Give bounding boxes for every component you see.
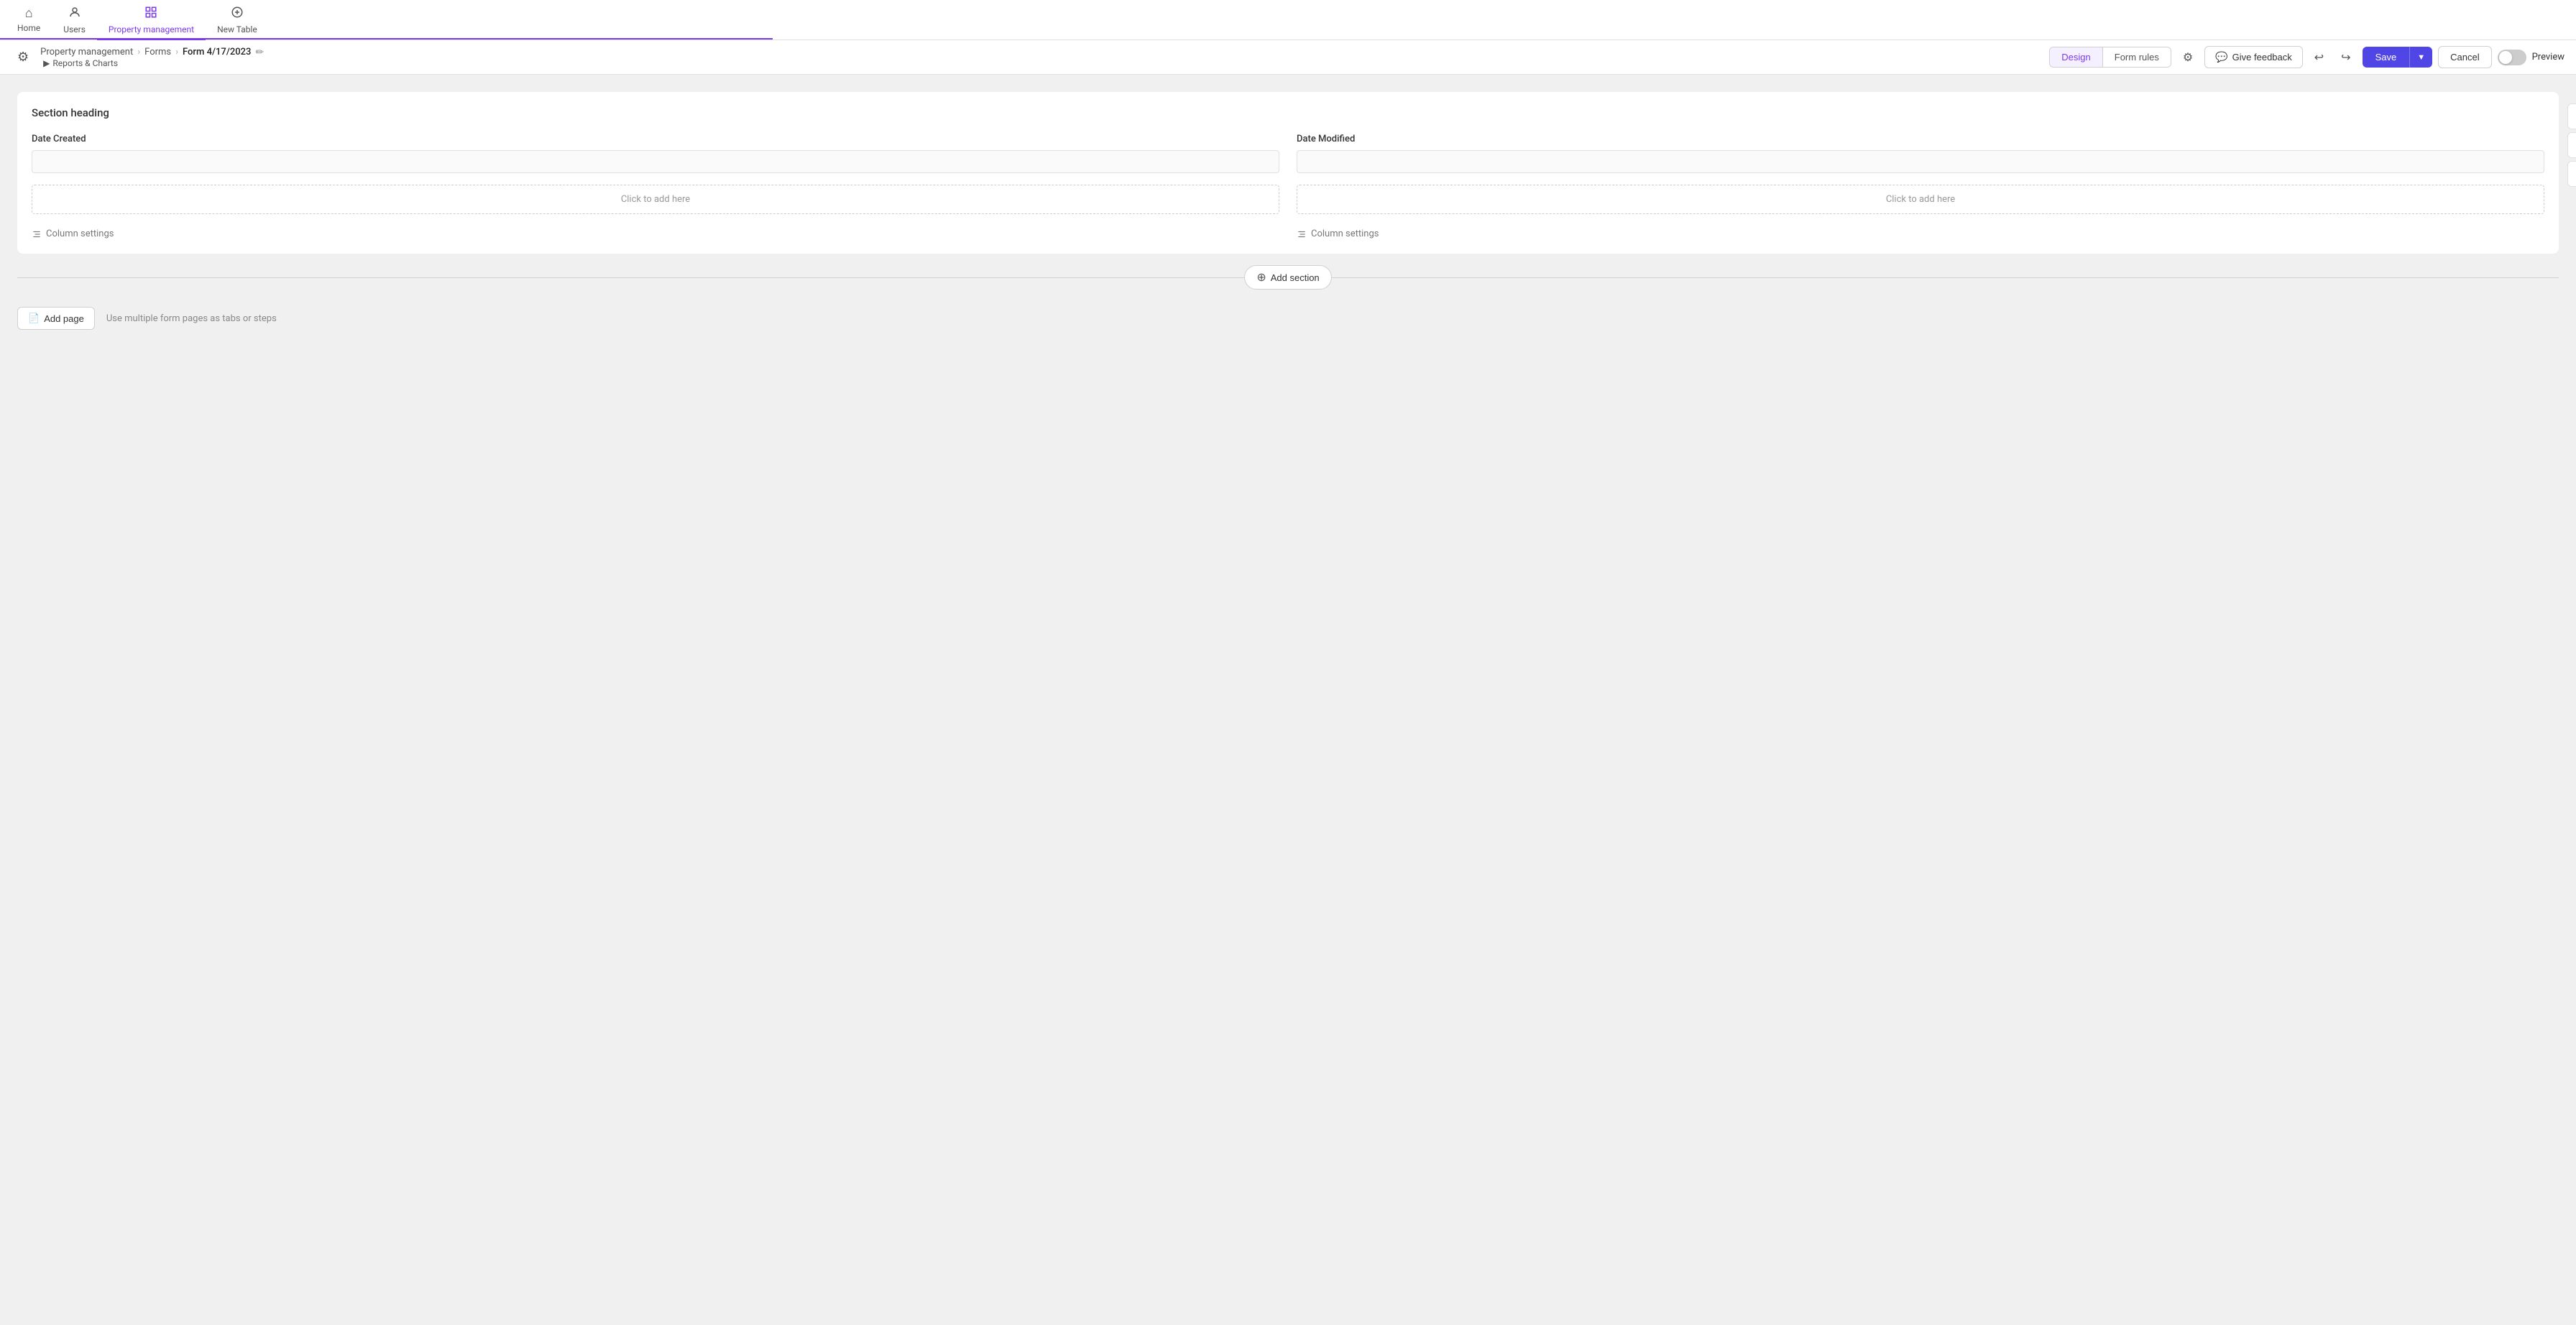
edit-pencil-icon[interactable]: ✏ [255,47,264,58]
property-management-icon [144,6,157,22]
date-modified-label: Date Modified [1297,134,2544,144]
nav-item-users[interactable]: Users [52,1,97,40]
form-section-card: Section heading Date Created Click to ad… [17,92,2559,254]
date-created-input[interactable] [32,150,1279,173]
left-form-field: Date Created Click to add here Column se… [32,134,1279,239]
preview-toggle[interactable] [2498,50,2526,65]
add-page-hint: Use multiple form pages as tabs or steps [106,313,277,324]
right-column-settings[interactable]: Column settings [1297,228,2544,239]
date-modified-input[interactable] [1297,150,2544,173]
save-dropdown-button[interactable]: ▼ [2409,47,2432,68]
main-content: Section heading Date Created Click to ad… [0,75,2576,1325]
section-heading: Section heading [32,106,2544,119]
settings-icon[interactable]: ⚙ [12,45,34,69]
preview-label: Preview [2532,52,2564,63]
cancel-button[interactable]: Cancel [2438,46,2491,68]
breadcrumb-sep-2: › [175,47,178,57]
reports-link-label: Reports & Charts [52,58,118,68]
add-section-line-left [17,277,1244,278]
left-column-settings-label: Column settings [46,228,114,239]
feedback-label: Give feedback [2232,52,2292,63]
redo-button[interactable]: ↪ [2335,46,2356,69]
reports-link[interactable]: ▶ Reports & Charts [43,58,264,68]
users-icon [68,6,81,22]
right-form-field: Date Modified Click to add here Column s… [1297,134,2544,239]
breadcrumb-current: Form 4/17/2023 [183,47,251,57]
add-section-plus-icon: ⊕ [1256,270,1266,285]
add-page-label: Add page [44,313,84,324]
left-column-settings[interactable]: Column settings [32,228,1279,239]
add-page-icon: 📄 [28,313,40,324]
add-section-button[interactable]: ⊕ Add section [1244,265,1331,290]
add-page-button[interactable]: 📄 Add page [17,307,95,330]
home-icon: ⌂ [25,7,33,20]
side-toolbar [2567,103,2576,187]
breadcrumb-sep-1: › [137,47,140,57]
save-button-group: Save ▼ [2363,47,2433,68]
column-settings-icon-left [32,229,42,239]
right-column-settings-label: Column settings [1311,228,1379,239]
side-settings-btn[interactable] [2567,103,2576,129]
nav-label-new-table: New Table [217,24,257,34]
breadcrumb-root[interactable]: Property management [40,47,133,57]
add-section-label: Add section [1271,272,1320,283]
add-section-wrapper: ⊕ Add section [17,265,2559,290]
breadcrumb-forms[interactable]: Forms [144,47,171,57]
undo-button[interactable]: ↩ [2309,46,2329,69]
view-toggle-group: Design Form rules [2049,47,2171,68]
nav-item-new-table[interactable]: New Table [206,1,269,40]
nav-label-users: Users [63,24,86,34]
column-settings-icon-right [1297,229,1307,239]
top-nav: ⌂ Home Users Property management New Tab… [0,0,2576,40]
new-table-icon [231,6,244,22]
side-delete-btn[interactable] [2567,161,2576,187]
nav-label-home: Home [17,23,40,33]
give-feedback-button[interactable]: 💬 Give feedback [2204,46,2303,68]
chat-icon: 💬 [2215,51,2227,63]
sliders-icon[interactable]: ⚙ [2177,46,2199,69]
form-rules-button[interactable]: Form rules [2103,47,2171,67]
preview-toggle-wrapper: Preview [2498,50,2564,65]
nav-item-home[interactable]: ⌂ Home [6,1,52,40]
reports-chevron-icon: ▶ [43,58,50,68]
date-created-label: Date Created [32,134,1279,144]
toolbar-right: Design Form rules ⚙ 💬 Give feedback ↩ ↪ … [2049,46,2564,69]
nav-item-property-management[interactable]: Property management [97,1,206,40]
add-section-line-right [1332,277,2559,278]
save-button[interactable]: Save [2363,47,2410,68]
breadcrumb: Property management › Forms › Form 4/17/… [40,47,2043,68]
add-page-wrapper: 📄 Add page Use multiple form pages as ta… [17,307,2559,330]
nav-label-property-management: Property management [109,24,194,34]
form-columns: Date Created Click to add here Column se… [32,134,2544,239]
secondary-toolbar: ⚙ Property management › Forms › Form 4/1… [0,40,2576,75]
design-button[interactable]: Design [2050,47,2102,67]
left-click-to-add[interactable]: Click to add here [32,185,1279,214]
side-search-btn[interactable] [2567,132,2576,158]
right-click-to-add[interactable]: Click to add here [1297,185,2544,214]
